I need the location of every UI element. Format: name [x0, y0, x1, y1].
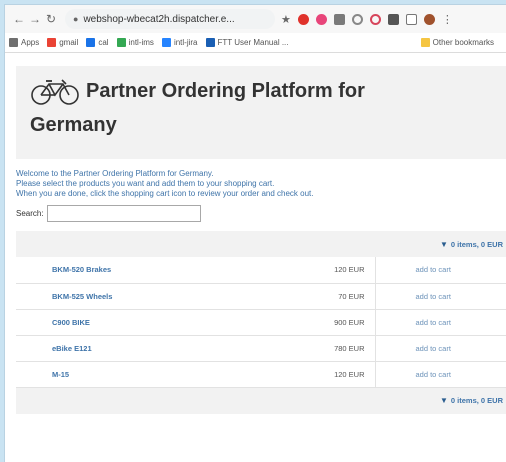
product-price: 120 EUR [286, 361, 376, 388]
cart-icon: ▼ [439, 239, 448, 249]
forward-icon[interactable]: → [27, 12, 43, 26]
jira-icon [161, 38, 171, 47]
lock-icon: ● [73, 14, 79, 24]
add-to-cart-link[interactable]: add to cart [375, 283, 506, 310]
bookmark-intl-jira[interactable]: intl-jira [161, 38, 198, 47]
browser-window: ← → ↻ ● webshop-wbecat2h.dispatcher.e...… [4, 4, 506, 462]
product-name[interactable]: M-15 [16, 361, 286, 388]
extension-ring-icon[interactable] [369, 13, 381, 25]
reload-icon[interactable]: ↻ [43, 12, 59, 26]
menu-icon[interactable]: ⋮ [442, 13, 453, 26]
add-to-cart-link[interactable]: add to cart [375, 361, 506, 388]
page-title-country: Germany [30, 114, 117, 136]
profile-avatar-icon[interactable] [423, 13, 435, 25]
product-price: 900 EUR [286, 309, 376, 336]
window-icon[interactable] [405, 13, 417, 25]
product-name[interactable]: C900 BIKE [16, 309, 286, 336]
bookmark-other[interactable]: Other bookmarks [420, 38, 494, 47]
extension-red-icon[interactable] [297, 13, 309, 25]
bookmark-cal[interactable]: cal [86, 38, 109, 47]
bookmark-apps[interactable]: Apps [9, 38, 39, 47]
table-row: eBike E121 780 EUR add to cart [16, 335, 506, 362]
add-to-cart-link[interactable]: add to cart [375, 257, 506, 284]
folder-icon [420, 38, 430, 47]
page-title: Partner Ordering Platform for [86, 80, 365, 102]
confluence-icon [205, 38, 215, 47]
page-content: Partner Ordering Platform for Germany We… [5, 53, 506, 414]
bookmark-gmail[interactable]: gmail [47, 38, 78, 47]
search-row: Search: [16, 205, 506, 222]
calendar-icon [86, 38, 96, 47]
table-row: C900 BIKE 900 EUR add to cart [16, 309, 506, 336]
star-icon[interactable]: ★ [281, 13, 291, 26]
product-name[interactable]: eBike E121 [16, 335, 286, 362]
product-name[interactable]: BKM-525 Wheels [16, 283, 286, 310]
extension-dark-icon[interactable] [387, 13, 399, 25]
bookmark-ftt-manual[interactable]: FTT User Manual ... [205, 38, 288, 47]
bookmark-intl-ims[interactable]: intl-ims [116, 38, 154, 47]
apps-grid-icon [9, 38, 18, 47]
extension-pink-icon[interactable] [315, 13, 327, 25]
address-bar: ← → ↻ ● webshop-wbecat2h.dispatcher.e...… [5, 5, 506, 33]
back-icon[interactable]: ← [11, 12, 27, 26]
add-to-cart-link[interactable]: add to cart [375, 335, 506, 362]
drive-icon [116, 38, 126, 47]
url-field[interactable]: ● webshop-wbecat2h.dispatcher.e... [65, 9, 275, 29]
table-row: BKM-520 Brakes 120 EUR add to cart [16, 257, 506, 284]
toolbar-extensions: ★ ⋮ [281, 13, 453, 26]
cart-link-top[interactable]: ▼ 0 items, 0 EUR [440, 240, 503, 249]
cart-bar-top: ▼ 0 items, 0 EUR [16, 231, 506, 257]
product-price: 120 EUR [286, 257, 376, 284]
bookmarks-bar: Apps gmail cal intl-ims intl-jira FTT Us… [5, 33, 506, 53]
cart-icon: ▼ [439, 396, 448, 405]
search-input[interactable] [46, 205, 201, 222]
add-to-cart-link[interactable]: add to cart [375, 309, 506, 336]
product-price: 780 EUR [286, 335, 376, 362]
url-text: webshop-wbecat2h.dispatcher.e... [83, 13, 235, 25]
table-row: M-15 120 EUR add to cart [16, 361, 506, 388]
welcome-text: Welcome to the Partner Ordering Platform… [16, 169, 314, 198]
table-row: BKM-525 Wheels 70 EUR add to cart [16, 283, 506, 310]
search-label: Search: [16, 209, 44, 218]
extension-circle-icon[interactable] [351, 13, 363, 25]
cart-bar-bottom: ▼ 0 items, 0 EUR [16, 387, 506, 414]
product-name[interactable]: BKM-520 Brakes [16, 257, 286, 284]
bike-logo-icon [31, 79, 79, 105]
extension-grey-icon[interactable] [333, 13, 345, 25]
gmail-icon [47, 38, 57, 47]
product-table: BKM-520 Brakes 120 EUR add to cart BKM-5… [16, 257, 506, 388]
page-header: Partner Ordering Platform for Germany [16, 66, 506, 159]
product-price: 70 EUR [286, 283, 376, 310]
cart-link-bottom[interactable]: ▼ 0 items, 0 EUR [440, 396, 503, 405]
